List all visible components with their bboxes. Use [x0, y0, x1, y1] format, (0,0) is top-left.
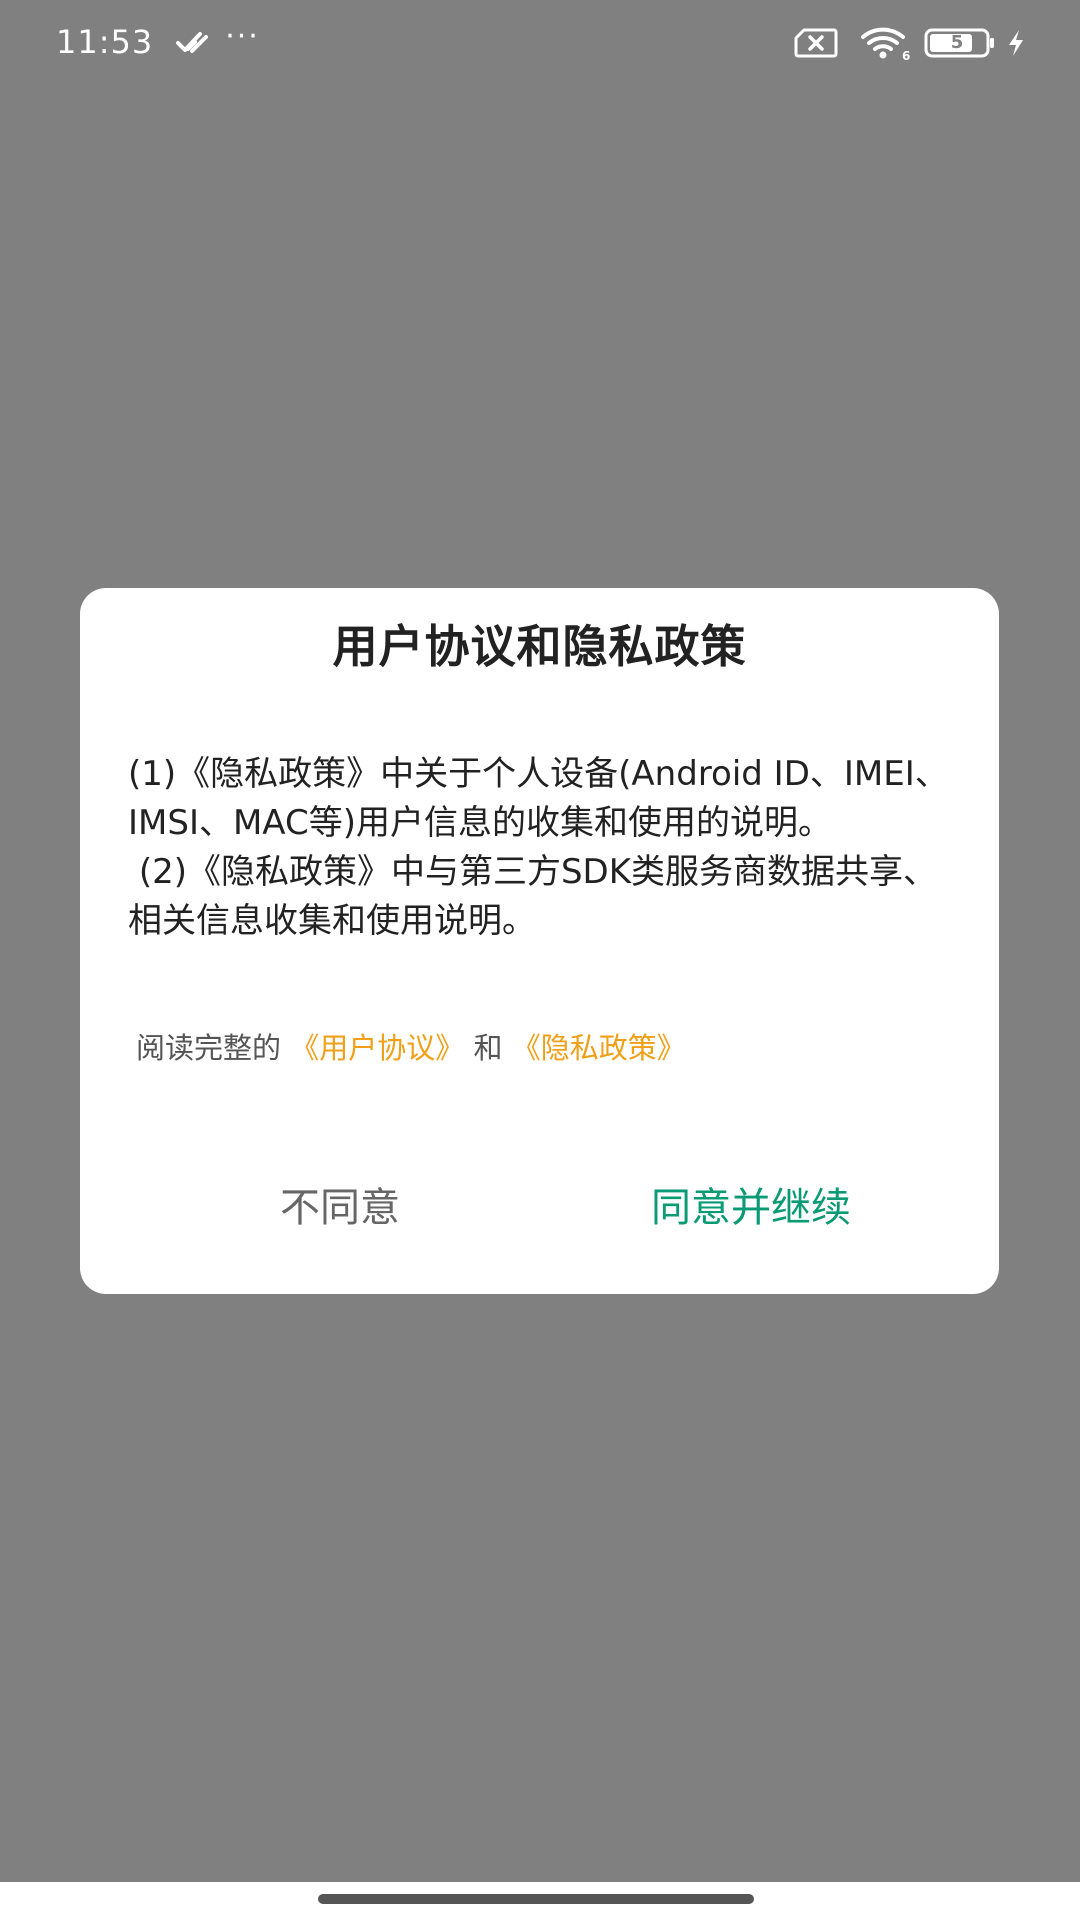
- dialog-title: 用户协议和隐私政策: [332, 620, 747, 673]
- dialog-button-row: 不同意 同意并继续: [80, 1168, 999, 1248]
- status-time: 11:53: [56, 23, 154, 61]
- dialog-paragraph-1: (1)《隐私政策》中关于个人设备(Android ID、IMEI、IMSI、MA…: [128, 754, 949, 843]
- status-bar-left: 11:53 ···: [56, 18, 260, 66]
- battery-level: 5: [950, 32, 964, 53]
- links-and: 和: [473, 1031, 503, 1065]
- more-notifications-indicator: ···: [225, 19, 260, 54]
- agreement-links-line: 阅读完整的 《用户协议》 和 《隐私政策》: [136, 1026, 686, 1070]
- wifi-icon: 6: [861, 27, 910, 61]
- user-agreement-link[interactable]: 《用户协议》: [290, 1031, 464, 1065]
- agree-continue-button[interactable]: 同意并继续: [606, 1168, 896, 1248]
- sim-card-x-icon: [794, 28, 838, 58]
- privacy-policy-link[interactable]: 《隐私政策》: [512, 1031, 686, 1065]
- disagree-button[interactable]: 不同意: [240, 1168, 440, 1248]
- battery-icon: 5: [924, 28, 996, 58]
- privacy-dialog: 用户协议和隐私政策 (1)《隐私政策》中关于个人设备(Android ID、IM…: [80, 588, 999, 1294]
- navigation-bar: [0, 1882, 1080, 1920]
- home-indicator[interactable]: [318, 1894, 754, 1904]
- links-prefix: 阅读完整的: [136, 1031, 282, 1065]
- wifi-badge: 6: [902, 49, 910, 61]
- status-bar: 11:53 ··· 6 5: [0, 0, 1080, 84]
- dialog-body: (1)《隐私政策》中关于个人设备(Android ID、IMEI、IMSI、MA…: [128, 750, 958, 946]
- dialog-paragraph-2: (2)《隐私政策》中与第三方SDK类服务商数据共享、相关信息收集和使用说明。: [128, 852, 938, 941]
- charging-bolt-icon: [1009, 30, 1023, 56]
- status-bar-right: 6 5: [794, 22, 1026, 64]
- check-icon: [176, 32, 209, 53]
